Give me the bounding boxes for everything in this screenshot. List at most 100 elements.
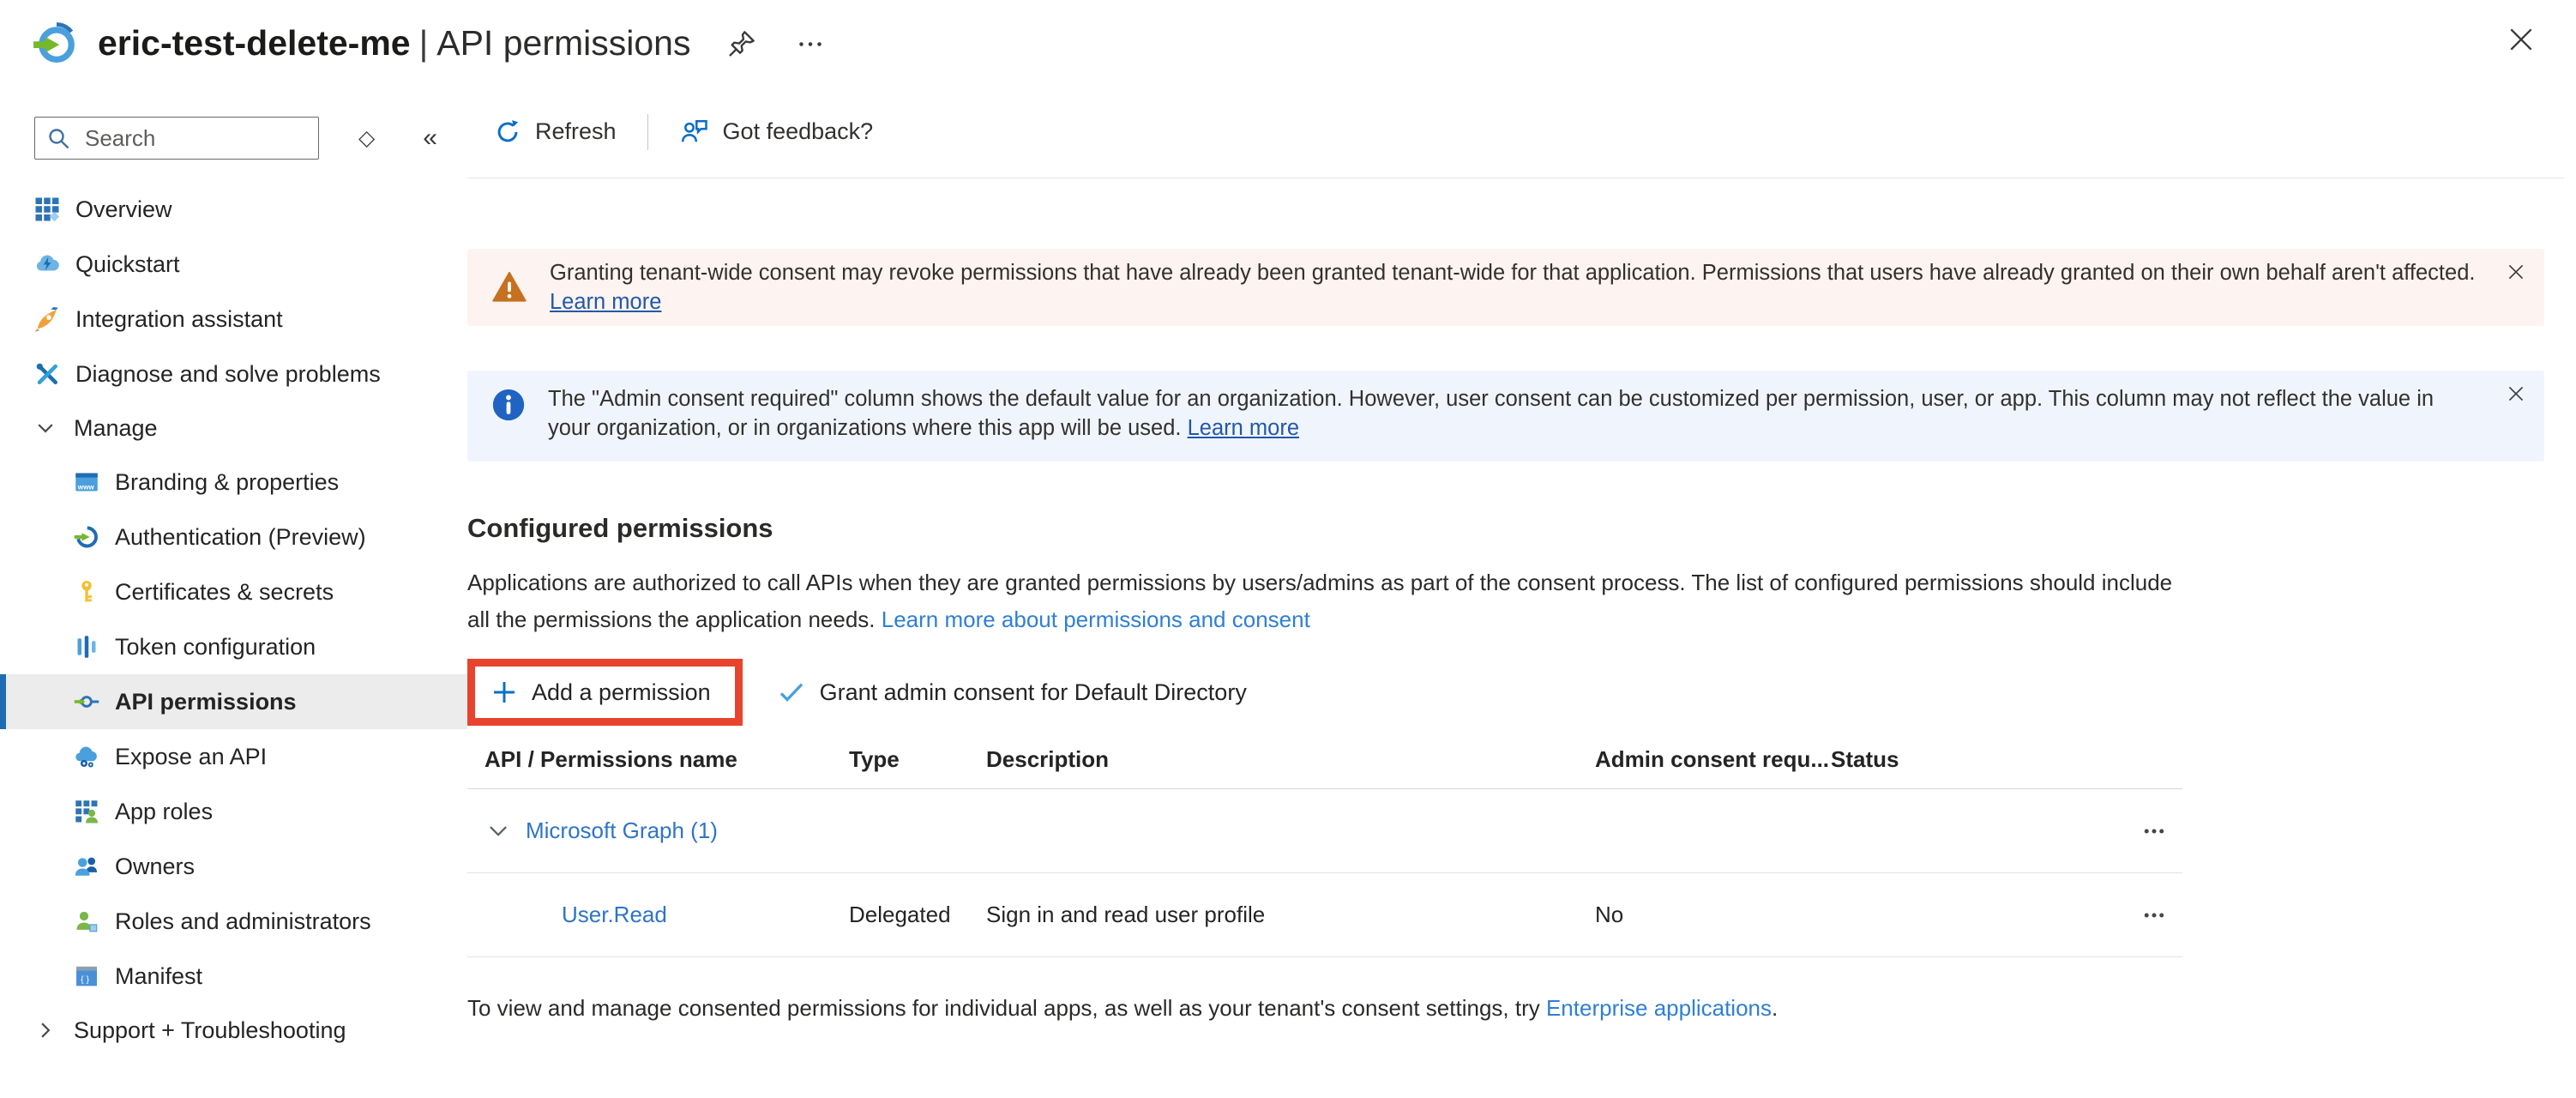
col-admin-consent[interactable]: Admin consent requ... [1595, 746, 1831, 773]
app-name: eric-test-delete-me [98, 23, 411, 63]
sidebar-item-owners[interactable]: Owners [0, 839, 467, 894]
more-options-icon[interactable] [795, 27, 826, 58]
info-text: The "Admin consent required" column show… [548, 384, 2477, 443]
sign-in-icon [74, 524, 99, 550]
sidebar-item-label: Expose an API [115, 744, 267, 770]
col-api-permissions-name[interactable]: API / Permissions name [467, 746, 849, 773]
sidebar-item-branding[interactable]: www Branding & properties [0, 455, 467, 510]
dismiss-info-icon[interactable] [2505, 383, 2527, 405]
section-description: Applications are authorized to call APIs… [467, 564, 2195, 638]
content-pane: Refresh Got feedback? [467, 86, 2576, 1098]
permissions-consent-link[interactable]: Learn more about permissions and consent [882, 606, 1310, 632]
blade-name: API permissions [436, 23, 690, 63]
add-permission-button[interactable]: Add a permission [532, 679, 711, 706]
title-separator: | [419, 23, 429, 63]
sidebar-item-label: Quickstart [75, 251, 180, 278]
col-status[interactable]: Status [1831, 746, 2105, 773]
sidebar-item-manifest[interactable]: { } Manifest [0, 949, 467, 1004]
api-group-link[interactable]: Microsoft Graph (1) [526, 817, 718, 844]
enterprise-applications-link[interactable]: Enterprise applications [1546, 995, 1772, 1021]
info-learn-more-link[interactable]: Learn more [1188, 416, 1299, 440]
sidebar-group-label: Support + Troubleshooting [74, 1017, 346, 1044]
sidebar-item-label: Roles and administrators [115, 908, 371, 935]
sidebar-group-manage[interactable]: Manage [0, 401, 467, 455]
sidebar-item-label: Authentication (Preview) [115, 524, 366, 551]
rocket-icon [34, 306, 60, 332]
checkmark-icon [777, 678, 806, 707]
col-type[interactable]: Type [849, 746, 986, 773]
close-icon[interactable] [2504, 22, 2538, 57]
search-input[interactable] [34, 117, 319, 160]
svg-text:www: www [77, 483, 95, 491]
cloud-gears-icon [74, 744, 99, 769]
sidebar-item-label: Manifest [115, 963, 202, 990]
section-title: Configured permissions [467, 513, 2564, 544]
sidebar-item-label: Overview [75, 196, 172, 223]
command-bar: Refresh Got feedback? [467, 86, 2564, 178]
sidebar-item-diagnose[interactable]: Diagnose and solve problems [0, 347, 467, 401]
people-icon [74, 854, 99, 879]
search-icon [46, 126, 72, 152]
permission-description: Sign in and read user profile [986, 902, 1595, 928]
sidebar-item-label: Token configuration [115, 634, 316, 661]
warning-learn-more-link[interactable]: Learn more [550, 290, 661, 314]
expand-group-chevron-icon[interactable] [486, 819, 510, 843]
sidebar-item-certificates[interactable]: Certificates & secrets [0, 564, 467, 619]
sidebar-item-roles-administrators[interactable]: Roles and administrators [0, 894, 467, 949]
browser-icon: www [74, 469, 99, 495]
collapse-sidebar-icon[interactable]: « [423, 125, 437, 151]
chevron-down-icon [34, 417, 57, 439]
sidebar-item-label: API permissions [115, 689, 297, 715]
footer-note: To view and manage consented permissions… [467, 995, 2564, 1022]
sidebar-group-support[interactable]: Support + Troubleshooting [0, 1004, 467, 1057]
person-cube-icon [74, 908, 99, 934]
dismiss-warning-icon[interactable] [2505, 261, 2527, 283]
add-permission-highlight: Add a permission [467, 659, 743, 726]
refresh-button[interactable]: Refresh [493, 118, 617, 147]
warning-text: Granting tenant-wide consent may revoke … [550, 258, 2479, 317]
sidebar-item-token-configuration[interactable]: Token configuration [0, 619, 467, 674]
sidebar-item-quickstart[interactable]: Quickstart [0, 237, 467, 292]
sidebar-item-app-roles[interactable]: App roles [0, 784, 467, 839]
permission-link[interactable]: User.Read [562, 902, 667, 927]
sidebar-item-integration-assistant[interactable]: Integration assistant [0, 292, 467, 347]
refresh-icon [493, 118, 522, 147]
group-row-more-icon[interactable] [2105, 818, 2182, 844]
warning-icon [491, 269, 527, 305]
grid-person-icon [74, 799, 99, 824]
sidebar-nav: Overview Quickstart [0, 182, 467, 1057]
page-header: eric-test-delete-me|API permissions [0, 0, 2576, 86]
sidebar-item-api-permissions[interactable]: API permissions [0, 674, 467, 729]
info-banner: The "Admin consent required" column show… [467, 371, 2544, 462]
code-window-icon: { } [74, 963, 99, 989]
feedback-button[interactable]: Got feedback? [679, 117, 874, 148]
sidebar-item-label: App roles [115, 799, 213, 825]
sidebar-item-authentication[interactable]: Authentication (Preview) [0, 510, 467, 564]
sidebar-item-label: Branding & properties [115, 469, 339, 496]
chevron-right-icon [34, 1019, 57, 1041]
key-icon [74, 579, 99, 605]
overview-icon [34, 196, 60, 222]
sidebar-group-label: Manage [74, 415, 158, 442]
feedback-label: Got feedback? [723, 118, 874, 145]
sidebar-item-label: Integration assistant [75, 306, 283, 333]
col-description[interactable]: Description [986, 746, 1595, 773]
pin-icon[interactable] [726, 27, 759, 59]
sidebar-item-expose-api[interactable]: Expose an API [0, 729, 467, 784]
permission-type: Delegated [849, 902, 986, 928]
admin-consent-value: No [1595, 902, 1831, 928]
switch-blade-icon[interactable]: ◇ [358, 128, 375, 149]
sidebar-item-overview[interactable]: Overview [0, 182, 467, 237]
plus-icon [491, 679, 518, 706]
svg-text:{ }: { } [81, 974, 89, 985]
refresh-label: Refresh [535, 118, 617, 145]
api-permissions-icon [74, 689, 99, 715]
grant-admin-consent-button[interactable]: Grant admin consent for Default Director… [777, 678, 1247, 707]
app-registration-icon [33, 19, 81, 67]
row-more-icon[interactable] [2105, 902, 2182, 928]
info-icon [491, 388, 526, 422]
permissions-table: API / Permissions name Type Description … [467, 734, 2182, 957]
sidebar: ◇ « Overview Q [0, 86, 467, 1098]
grant-admin-label: Grant admin consent for Default Director… [820, 679, 1247, 706]
table-row: User.Read Delegated Sign in and read use… [467, 873, 2182, 957]
